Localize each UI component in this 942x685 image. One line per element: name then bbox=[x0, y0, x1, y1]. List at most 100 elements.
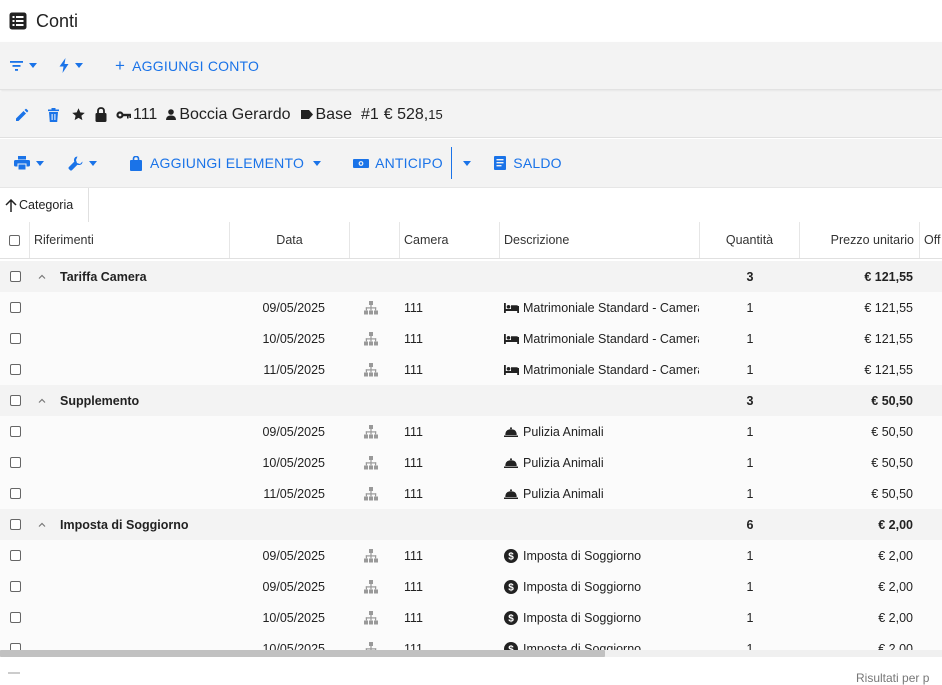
row-date: 11/05/2025 bbox=[263, 362, 325, 377]
row-checkbox[interactable] bbox=[9, 302, 21, 313]
header-riferimenti[interactable]: Riferimenti bbox=[30, 222, 230, 258]
group-row[interactable]: Supplemento 3 € 50,50 bbox=[0, 385, 942, 417]
table-row[interactable]: 09/05/2025 111 $ Imposta di Soggiorno 1 € 2,0… bbox=[0, 571, 942, 603]
row-quantity: 1 bbox=[746, 579, 754, 594]
collapse-chevron-icon[interactable] bbox=[38, 261, 52, 292]
table-row[interactable]: 11/05/2025 111 Matrimoniale Standard - Cam… bbox=[0, 354, 942, 386]
table-row[interactable]: 11/05/2025 111 Pulizia Animali 1 € 50,50 bbox=[0, 478, 942, 510]
row-quantity: 1 bbox=[746, 300, 754, 315]
star-icon[interactable] bbox=[71, 107, 86, 122]
collapse-chevron-icon[interactable] bbox=[38, 509, 52, 540]
grid-header: Riferimenti Data Camera Descrizione Quan… bbox=[0, 222, 942, 259]
group-by-chip[interactable]: Categoria bbox=[0, 188, 89, 223]
row-checkbox[interactable] bbox=[9, 550, 21, 561]
select-all-checkbox[interactable] bbox=[9, 234, 20, 246]
row-checkbox[interactable] bbox=[9, 519, 21, 530]
plus-icon: + bbox=[115, 56, 126, 75]
bed-icon bbox=[504, 354, 522, 385]
horizontal-scrollbar[interactable] bbox=[0, 650, 942, 657]
group-row[interactable]: Tariffa Camera 3 € 121,55 bbox=[0, 261, 942, 293]
items-toolbar: AGGIUNGI ELEMENTO ANTICIPO SALDO bbox=[0, 139, 942, 188]
hierarchy-icon[interactable] bbox=[350, 292, 392, 323]
hierarchy-icon[interactable] bbox=[350, 354, 392, 385]
hierarchy-icon[interactable] bbox=[350, 323, 392, 354]
trash-icon[interactable] bbox=[48, 107, 59, 122]
lock-icon[interactable] bbox=[95, 107, 107, 122]
row-checkbox[interactable] bbox=[9, 271, 21, 282]
advance-menu-button[interactable] bbox=[457, 160, 472, 166]
table-row[interactable]: 09/05/2025 111 Matrimoniale Standard - Cam… bbox=[0, 292, 942, 324]
table-row[interactable]: 09/05/2025 111 Pulizia Animali 1 € 50,50 bbox=[0, 416, 942, 448]
group-row[interactable]: Imposta di Soggiorno 6 € 2,00 bbox=[0, 509, 942, 541]
bed-icon bbox=[504, 323, 522, 354]
header-descrizione[interactable]: Descrizione bbox=[500, 222, 700, 258]
group-name: Imposta di Soggiorno bbox=[60, 517, 189, 532]
row-description: Pulizia Animali bbox=[523, 424, 604, 439]
chevron-down-icon bbox=[463, 160, 472, 166]
row-date: 09/05/2025 bbox=[262, 548, 325, 563]
add-account-button[interactable]: + AGGIUNGI CONTO bbox=[115, 57, 259, 74]
row-quantity: 1 bbox=[746, 331, 754, 346]
row-quantity: 1 bbox=[746, 486, 754, 501]
row-checkbox-cell bbox=[0, 261, 30, 292]
row-room: 111 bbox=[404, 300, 424, 315]
row-checkbox-cell bbox=[0, 323, 30, 354]
hierarchy-icon[interactable] bbox=[350, 540, 392, 571]
filter-menu-button[interactable] bbox=[10, 60, 37, 71]
header-offerta[interactable]: Off bbox=[920, 222, 942, 258]
header-camera[interactable]: Camera bbox=[400, 222, 500, 258]
row-checkbox[interactable] bbox=[9, 395, 21, 406]
row-quantity: 1 bbox=[746, 548, 754, 563]
row-description: Pulizia Animali bbox=[523, 486, 604, 501]
header-prezzo-unitario[interactable]: Prezzo unitario bbox=[800, 222, 920, 258]
table-row[interactable]: 09/05/2025 111 $ Imposta di Soggiorno 1 € 2,0… bbox=[0, 540, 942, 572]
row-price: € 50,50 bbox=[871, 455, 913, 470]
select-all-checkbox-cell bbox=[0, 222, 30, 258]
actions-menu-button[interactable] bbox=[59, 58, 83, 73]
person-icon bbox=[166, 109, 177, 120]
table-row[interactable]: 10/05/2025 111 $ Imposta di Soggiorno 1 € 2,0… bbox=[0, 602, 942, 634]
tools-menu-button[interactable] bbox=[68, 156, 97, 171]
row-description: Imposta di Soggiorno bbox=[523, 610, 642, 625]
header-data[interactable]: Data bbox=[230, 222, 350, 258]
edit-icon[interactable] bbox=[15, 108, 29, 122]
account-number: #1 bbox=[360, 105, 379, 123]
add-item-button[interactable]: AGGIUNGI ELEMENTO bbox=[130, 155, 322, 171]
print-menu-button[interactable] bbox=[14, 156, 44, 170]
row-checkbox[interactable] bbox=[9, 457, 21, 468]
list-icon bbox=[9, 12, 27, 30]
balance-button[interactable]: SALDO bbox=[494, 155, 562, 171]
hierarchy-icon[interactable] bbox=[350, 447, 392, 478]
row-checkbox[interactable] bbox=[9, 364, 21, 375]
row-checkbox-cell bbox=[0, 540, 30, 571]
row-description: Pulizia Animali bbox=[523, 455, 604, 470]
collapse-chevron-icon[interactable] bbox=[38, 385, 52, 416]
chevron-down-icon bbox=[75, 63, 83, 68]
account-total: € 528,15 bbox=[383, 105, 443, 123]
row-price: € 2,00 bbox=[878, 610, 913, 625]
hierarchy-icon[interactable] bbox=[350, 602, 392, 633]
chevron-down-icon bbox=[29, 63, 37, 68]
chevron-down-icon bbox=[89, 160, 97, 166]
row-price: € 121,55 bbox=[864, 300, 913, 315]
row-description: Imposta di Soggiorno bbox=[523, 548, 642, 563]
row-checkbox[interactable] bbox=[9, 581, 21, 592]
row-checkbox[interactable] bbox=[9, 333, 21, 344]
row-checkbox[interactable] bbox=[9, 488, 21, 499]
header-quantita[interactable]: Quantità bbox=[700, 222, 800, 258]
hierarchy-icon[interactable] bbox=[350, 416, 392, 447]
hierarchy-icon[interactable] bbox=[350, 571, 392, 602]
row-quantity: 1 bbox=[746, 362, 754, 377]
scrollbar-thumb[interactable] bbox=[0, 650, 605, 657]
row-checkbox[interactable] bbox=[9, 612, 21, 623]
svg-text:$: $ bbox=[508, 582, 514, 593]
key-icon bbox=[116, 110, 131, 119]
title-bar: Conti bbox=[0, 0, 942, 42]
hierarchy-icon[interactable] bbox=[350, 478, 392, 509]
row-checkbox[interactable] bbox=[9, 426, 21, 437]
table-row[interactable]: 10/05/2025 111 Pulizia Animali 1 € 50,50 bbox=[0, 447, 942, 479]
advance-button[interactable]: ANTICIPO bbox=[353, 155, 443, 171]
dollar-circle-icon: $ bbox=[504, 540, 522, 571]
table-row[interactable]: 10/05/2025 111 Matrimoniale Standard - Cam… bbox=[0, 323, 942, 355]
page-title: Conti bbox=[36, 10, 79, 31]
